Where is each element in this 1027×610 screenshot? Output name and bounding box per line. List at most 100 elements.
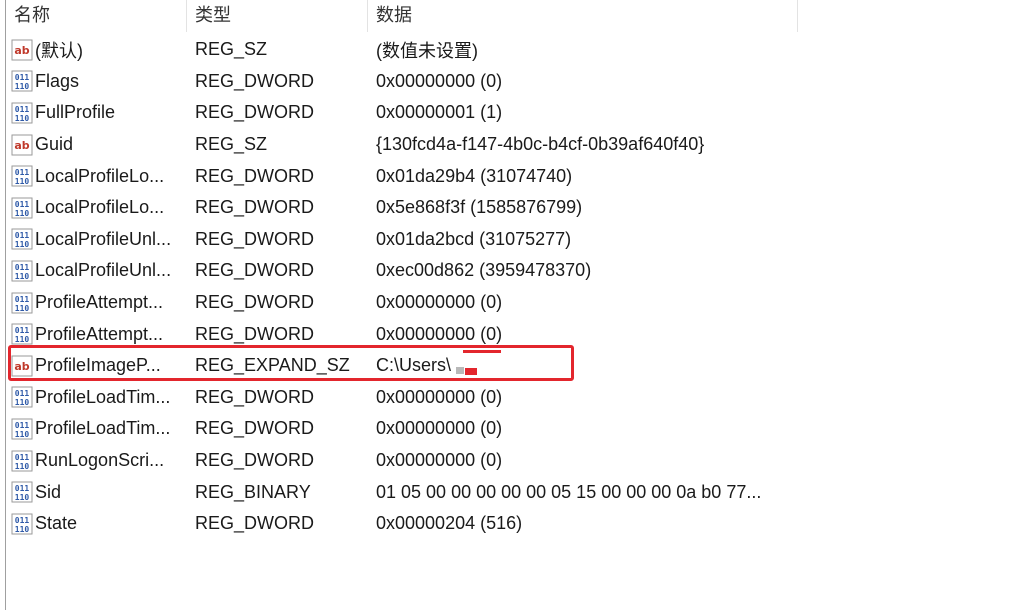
value-type: REG_SZ [195,134,268,155]
value-name: ProfileAttempt... [35,323,164,344]
row-name-cell: 011 110 RunLogonScri... [6,450,187,472]
svg-text:110: 110 [15,240,30,249]
binary-value-icon: 011 110 [11,323,33,345]
value-name: ProfileLoadTim... [35,418,171,439]
value-name: LocalProfileLo... [35,165,165,186]
value-name: Flags [35,70,80,91]
svg-text:110: 110 [15,462,30,471]
svg-text:110: 110 [15,493,30,502]
value-name: RunLogonScri... [35,450,165,471]
value-data: 0xec00d862 (3959478370) [376,260,592,281]
redaction-mark [463,350,501,353]
svg-text:011: 011 [15,200,30,209]
string-value-icon: ab [11,39,33,61]
value-name: State [35,513,78,534]
table-row[interactable]: 011 110 ProfileLoadTim... REG_DWORD 0x000000… [6,382,761,414]
binary-value-icon: 011 110 [11,292,33,314]
svg-text:011: 011 [15,453,30,462]
table-row[interactable]: 011 110 State REG_DWORD 0x00000204 (516) [6,508,761,540]
value-data: 0x00000000 (0) [376,323,503,344]
binary-value-icon: 011 110 [11,386,33,408]
value-data: 01 05 00 00 00 00 00 05 15 00 00 00 0a b… [376,481,762,502]
svg-text:011: 011 [15,168,30,177]
row-name-cell: 011 110 ProfileAttempt... [6,292,187,314]
value-data: 0x00000000 (0) [376,386,503,407]
svg-text:011: 011 [15,231,30,240]
value-type: REG_SZ [195,39,268,60]
value-name: LocalProfileUnl... [35,228,172,249]
table-row[interactable]: ab Guid REG_SZ {130fcd4a-f147-4b0c-b4cf-0b3… [6,129,761,161]
binary-value-icon: 011 110 [11,197,33,219]
table-row[interactable]: 011 110 LocalProfileUnl... REG_DWORD 0x01da2… [6,224,761,256]
svg-text:011: 011 [15,516,30,525]
column-header-data[interactable]: 数据 [368,0,798,32]
value-data: 0x00000000 (0) [376,292,503,313]
value-type: REG_DWORD [195,197,315,218]
table-row[interactable]: 011 110 ProfileLoadTim... REG_DWORD 0x000000… [6,413,761,445]
row-name-cell: 011 110 Flags [6,70,187,92]
table-row[interactable]: 011 110 LocalProfileLo... REG_DWORD 0x5e868f… [6,192,761,224]
value-type: REG_DWORD [195,450,315,471]
value-name: (默认) [35,40,83,61]
svg-text:011: 011 [15,105,30,114]
row-name-cell: 011 110 FullProfile [6,102,187,124]
table-row[interactable]: 011 110 Sid REG_BINARY 01 05 00 00 00 00 00 … [6,476,761,508]
svg-text:110: 110 [15,82,30,91]
row-name-cell: 011 110 State [6,513,187,535]
svg-text:110: 110 [15,398,30,407]
value-type: REG_DWORD [195,102,315,123]
value-name: ProfileLoadTim... [35,386,171,407]
svg-text:011: 011 [15,263,30,272]
svg-text:110: 110 [15,114,30,123]
row-name-cell: 011 110 Sid [6,481,187,503]
svg-text:110: 110 [15,209,30,218]
value-type: REG_DWORD [195,70,315,91]
table-row[interactable]: 011 110 LocalProfileLo... REG_DWORD 0x01da29… [6,160,761,192]
value-name: FullProfile [35,102,116,123]
row-name-cell: 011 110 LocalProfileLo... [6,165,187,187]
redaction-mark [465,368,477,375]
value-data: 0x00000000 (0) [376,70,503,91]
value-data: 0x00000204 (516) [376,513,523,534]
value-name: Sid [35,481,62,502]
row-name-cell: ab Guid [6,134,187,156]
value-type: REG_DWORD [195,228,315,249]
string-value-icon: ab [11,134,33,156]
table-row[interactable]: 011 110 Flags REG_DWORD 0x00000000 (0) [6,66,761,98]
column-header-name[interactable]: 名称 [6,0,187,32]
table-row[interactable]: 011 110 ProfileAttempt... REG_DWORD 0x000000… [6,287,761,319]
binary-value-icon: 011 110 [11,260,33,282]
svg-text:011: 011 [15,326,30,335]
table-row[interactable]: 011 110 RunLogonScri... REG_DWORD 0x00000000… [6,445,761,477]
value-name: ProfileAttempt... [35,292,164,313]
value-type: REG_DWORD [195,418,315,439]
binary-value-icon: 011 110 [11,481,33,503]
svg-text:011: 011 [15,389,30,398]
svg-text:011: 011 [15,295,30,304]
registry-value-list: ab (默认) REG_SZ (数值未设置) 011 110 Flags REG_DWORD 0… [6,34,761,540]
column-header-type[interactable]: 类型 [187,0,368,32]
value-type: REG_DWORD [195,292,315,313]
row-name-cell: 011 110 ProfileLoadTim... [6,386,187,408]
table-row[interactable]: 011 110 LocalProfileUnl... REG_DWORD 0xec00d… [6,255,761,287]
value-name: LocalProfileLo... [35,197,165,218]
value-type: REG_DWORD [195,386,315,407]
row-name-cell: 011 110 LocalProfileLo... [6,197,187,219]
svg-text:110: 110 [15,304,30,313]
svg-text:011: 011 [15,484,30,493]
svg-text:110: 110 [15,525,30,534]
value-name: Guid [35,134,74,155]
svg-text:ab: ab [14,44,29,57]
value-type: REG_DWORD [195,323,315,344]
binary-value-icon: 011 110 [11,418,33,440]
value-type: REG_DWORD [195,165,315,186]
value-data: 0x01da2bcd (31075277) [376,228,572,249]
value-data: 0x00000000 (0) [376,418,503,439]
svg-text:110: 110 [15,430,30,439]
svg-text:011: 011 [15,73,30,82]
table-row[interactable]: ab (默认) REG_SZ (数值未设置) [6,34,761,66]
value-data: 0x00000000 (0) [376,450,503,471]
binary-value-icon: 011 110 [11,450,33,472]
table-row[interactable]: 011 110 FullProfile REG_DWORD 0x00000001 (1) [6,97,761,129]
row-name-cell: ab (默认) [6,37,187,63]
